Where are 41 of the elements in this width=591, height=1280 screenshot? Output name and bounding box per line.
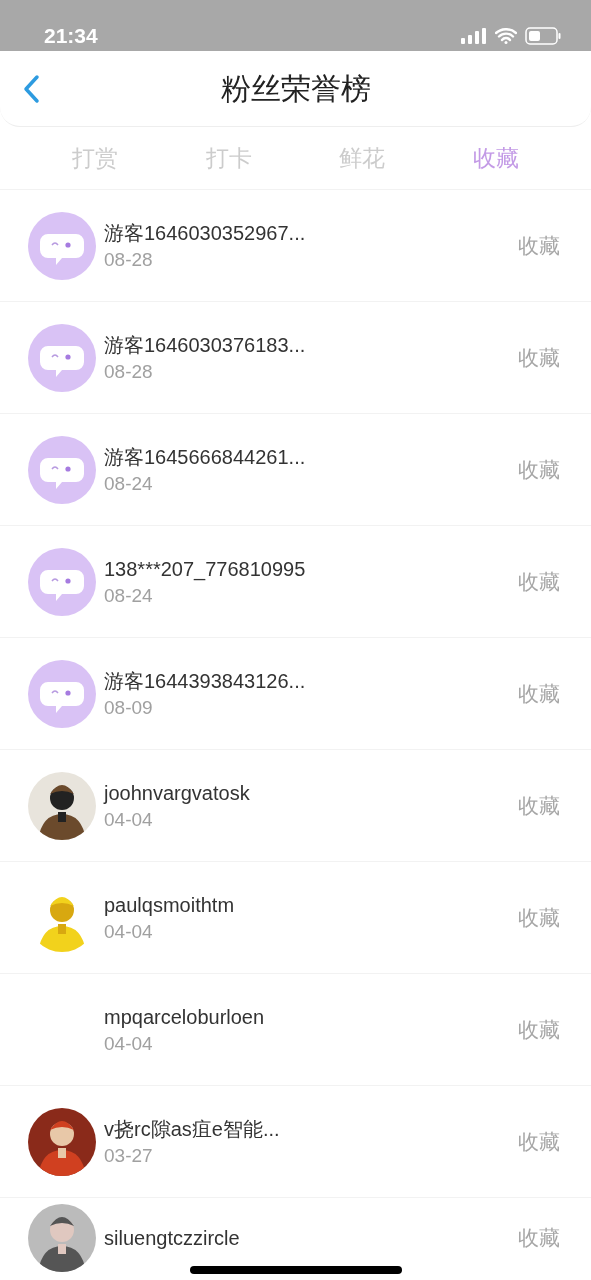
- favorite-label: 收藏: [518, 1016, 560, 1043]
- user-name: siluengtczzircle: [104, 1225, 240, 1251]
- back-icon[interactable]: [22, 73, 40, 104]
- date-text: 08-28: [104, 247, 153, 272]
- page-title: 粉丝荣誉榜: [220, 71, 371, 107]
- chat-bubble-avatar-icon: [28, 323, 96, 392]
- favorite-label: 收藏: [518, 904, 560, 931]
- status-time: 21:34: [44, 22, 98, 49]
- tab[interactable]: 收藏: [473, 140, 520, 176]
- user-name: 游客1646030352967...: [104, 220, 306, 246]
- user-name: 138***207_776810995: [104, 556, 306, 583]
- date-text: 08-09: [104, 695, 153, 720]
- date-text: 03-27: [104, 1143, 153, 1168]
- chat-bubble-avatar-icon: [28, 435, 96, 504]
- favorite-label: 收藏: [518, 344, 560, 371]
- chat-bubble-avatar-icon: [28, 659, 96, 728]
- favorite-label: 收藏: [518, 568, 560, 595]
- user-name: joohnvargvatosk: [104, 780, 250, 806]
- user-name: 游客1644393843126...: [104, 668, 306, 694]
- date-text: 04-04: [104, 919, 153, 944]
- favorite-label: 收藏: [518, 456, 560, 483]
- signal-icon: [461, 27, 487, 44]
- date-text: 08-24: [104, 471, 153, 496]
- favorite-label: 收藏: [518, 1224, 560, 1251]
- date-text: 04-04: [104, 807, 153, 832]
- user-name: 游客1646030376183...: [104, 332, 306, 358]
- favorite-label: 收藏: [518, 680, 560, 707]
- chat-bubble-avatar-icon: [28, 211, 96, 280]
- battery-icon: [525, 26, 561, 45]
- date-text: 04-04: [104, 1031, 153, 1056]
- favorite-label: 收藏: [518, 232, 560, 259]
- date-text: 08-24: [104, 583, 153, 608]
- wifi-icon: [495, 27, 517, 44]
- user-name: paulqsmoithtm: [104, 892, 235, 918]
- chat-bubble-avatar-icon: [28, 547, 96, 616]
- date-text: 08-28: [104, 359, 153, 384]
- favorite-label: 收藏: [518, 792, 560, 819]
- user-name: mpqarceloburloen: [104, 1004, 265, 1030]
- user-name: 游客1645666844261...: [104, 444, 306, 470]
- favorite-label: 收藏: [518, 1128, 560, 1155]
- user-name: v挠rc隙as疽e智能...: [104, 1116, 280, 1142]
